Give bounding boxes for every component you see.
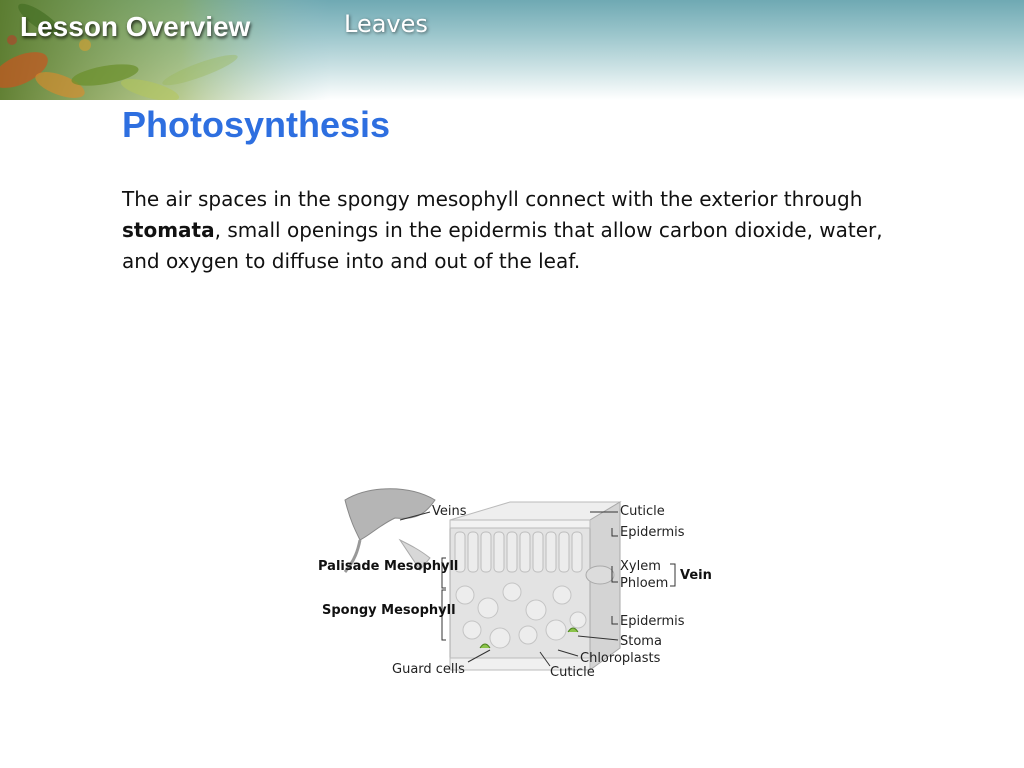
label-veins: Veins	[432, 504, 467, 519]
header-banner: Lesson Overview Leaves	[0, 0, 1024, 100]
label-xylem: Xylem	[620, 559, 661, 574]
body-paragraph: The air spaces in the spongy mesophyll c…	[122, 184, 922, 277]
label-cuticle-bottom: Cuticle	[550, 665, 595, 680]
paragraph-text-1: The air spaces in the spongy mesophyll c…	[122, 187, 863, 211]
label-phloem: Phloem	[620, 576, 668, 591]
lesson-overview-title: Lesson Overview	[20, 11, 251, 42]
label-cuticle-top: Cuticle	[620, 504, 665, 519]
label-stoma: Stoma	[620, 634, 662, 649]
label-chloroplasts: Chloroplasts	[580, 651, 661, 666]
paragraph-text-2: , small openings in the epidermis that a…	[122, 218, 883, 273]
label-spongy-mesophyll: Spongy Mesophyll	[322, 603, 456, 618]
leaf-cross-section-diagram: Veins Cuticle Epidermis Xylem Phloem Vei…	[318, 488, 712, 680]
topic-title: Leaves	[344, 10, 428, 38]
cross-section-block	[449, 501, 622, 671]
label-epidermis-bottom: Epidermis	[620, 614, 685, 629]
label-palisade-mesophyll: Palisade Mesophyll	[318, 559, 458, 574]
slide-heading: Photosynthesis	[122, 104, 391, 145]
label-epidermis-top: Epidermis	[620, 525, 685, 540]
label-guard-cells: Guard cells	[392, 662, 465, 677]
label-vein: Vein	[680, 568, 712, 583]
paragraph-bold-term: stomata	[122, 218, 215, 242]
